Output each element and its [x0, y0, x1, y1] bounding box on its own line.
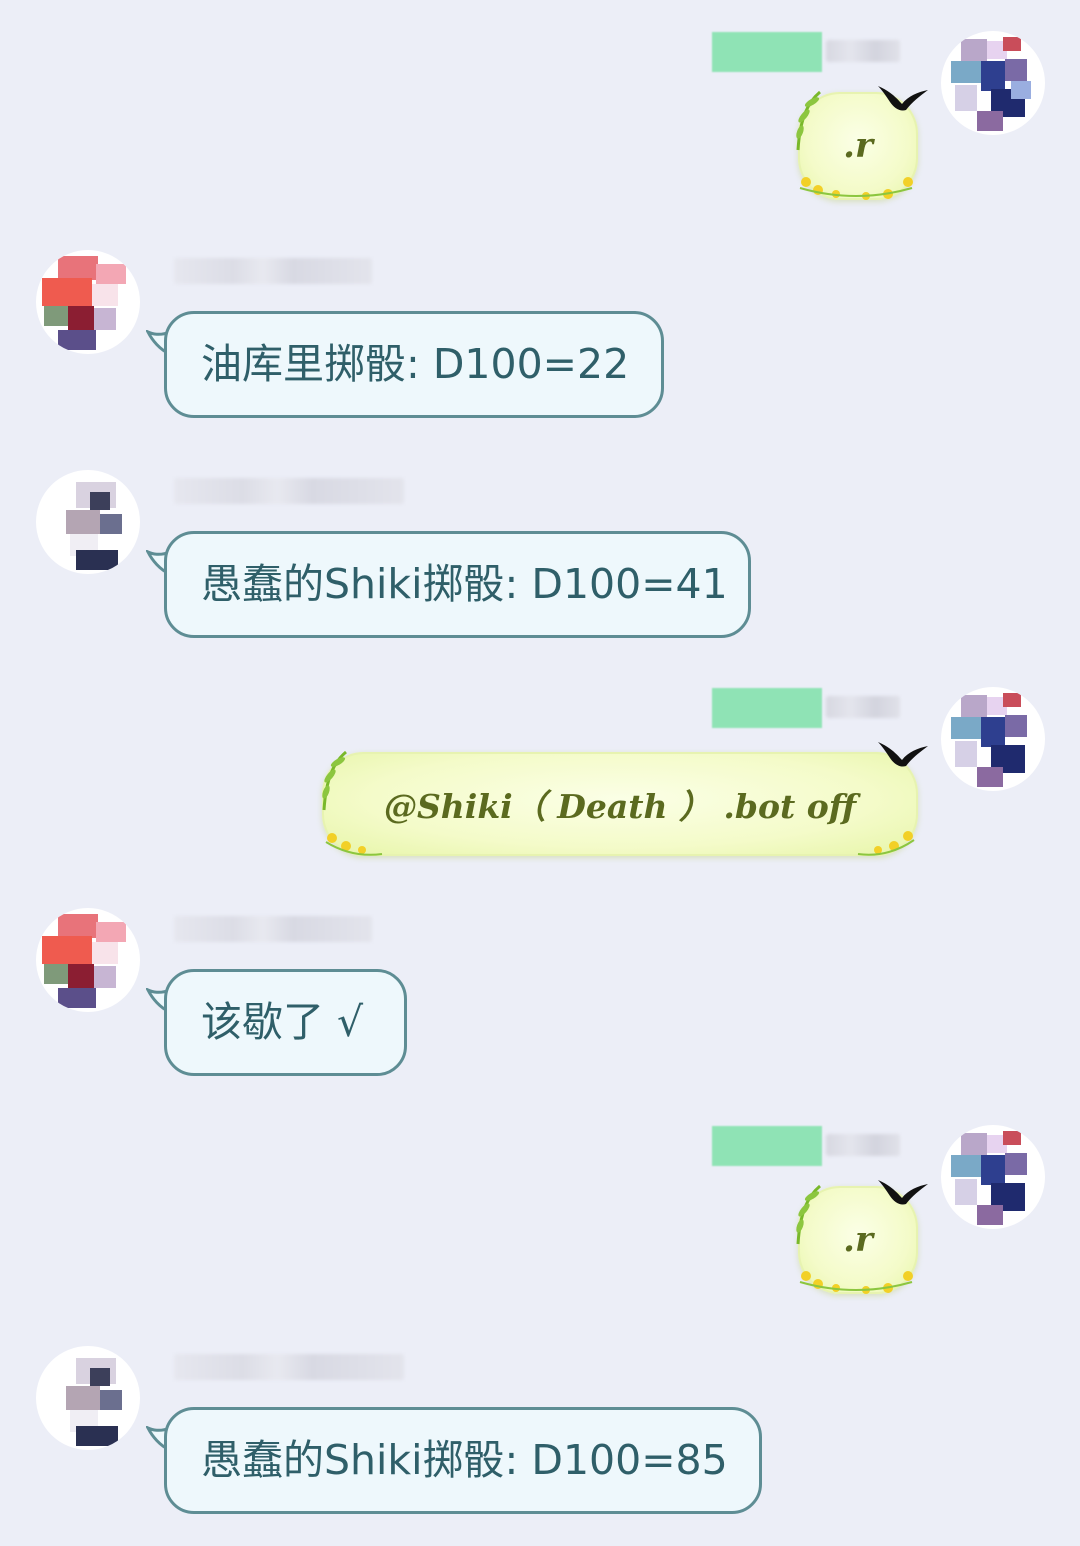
- message-bubble[interactable]: @Shiki（ Death ） .bot off: [322, 752, 918, 856]
- message-text: 愚蠢的Shiki掷骰: D100=41: [201, 560, 728, 608]
- message-row: 油库里掷骰: D100=22: [0, 240, 1080, 440]
- message-bubble[interactable]: 油库里掷骰: D100=22: [164, 311, 664, 418]
- avatar[interactable]: [36, 470, 140, 574]
- message-text: .r: [843, 126, 873, 166]
- message-bubble[interactable]: .r: [798, 92, 918, 200]
- message-row: 该歇了 √: [0, 898, 1080, 1098]
- sender-name: [174, 1354, 404, 1380]
- avatar[interactable]: [36, 250, 140, 354]
- sender-name: [174, 258, 372, 284]
- message-text: .r: [843, 1220, 873, 1260]
- avatar[interactable]: [36, 908, 140, 1012]
- avatar[interactable]: [941, 687, 1045, 791]
- message-row: 愚蠢的Shiki掷骰: D100=85: [0, 1336, 1080, 1536]
- message-text: 该歇了 √: [201, 998, 364, 1046]
- sender-name: [826, 40, 900, 62]
- message-bubble[interactable]: 该歇了 √: [164, 969, 407, 1076]
- avatar[interactable]: [36, 1346, 140, 1450]
- avatar[interactable]: [941, 31, 1045, 135]
- message-row: .r: [0, 1118, 1080, 1318]
- message-row: @Shiki（ Death ） .bot off: [0, 680, 1080, 880]
- message-bubble[interactable]: 愚蠢的Shiki掷骰: D100=41: [164, 531, 751, 638]
- message-row: .r: [0, 0, 1080, 230]
- sender-title-badge: [712, 1126, 822, 1166]
- sender-title-badge: [712, 32, 822, 72]
- message-text: @Shiki（ Death ） .bot off: [383, 787, 857, 826]
- sender-name: [174, 478, 404, 504]
- sender-name: [174, 916, 372, 942]
- message-row: 愚蠢的Shiki掷骰: D100=41: [0, 460, 1080, 660]
- message-text: 油库里掷骰: D100=22: [201, 340, 630, 388]
- sender-name: [826, 1134, 900, 1156]
- message-bubble[interactable]: 愚蠢的Shiki掷骰: D100=85: [164, 1407, 762, 1514]
- avatar[interactable]: [941, 1125, 1045, 1229]
- sender-title-badge: [712, 688, 822, 728]
- message-text: 愚蠢的Shiki掷骰: D100=85: [201, 1436, 728, 1484]
- sender-name: [826, 696, 900, 718]
- message-bubble[interactable]: .r: [798, 1186, 918, 1294]
